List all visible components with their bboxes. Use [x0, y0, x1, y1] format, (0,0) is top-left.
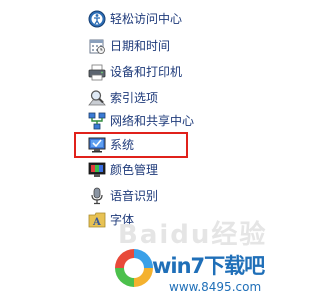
- network-icon: [88, 112, 106, 130]
- item-label: 日期和时间: [110, 39, 171, 53]
- svg-text:A: A: [92, 217, 101, 228]
- highlight-box: [74, 132, 188, 158]
- item-label: 设备和打印机: [110, 65, 183, 79]
- win7-logo: win7下载吧 www.8495.com: [114, 244, 273, 304]
- item-label: 语音识别: [110, 189, 159, 203]
- fonts-icon: A: [88, 212, 106, 228]
- item-label: 颜色管理: [110, 163, 159, 177]
- item-ease-of-access[interactable]: 轻松访问中心: [88, 8, 182, 30]
- item-devices-printers[interactable]: 设备和打印机: [88, 61, 182, 83]
- logo-url-text: www.8495.com: [169, 280, 262, 294]
- date-time-icon: [89, 39, 105, 54]
- item-date-time[interactable]: 日期和时间: [88, 35, 170, 57]
- item-label: 轻松访问中心: [110, 12, 183, 26]
- item-speech-recognition[interactable]: 语音识别: [88, 185, 158, 207]
- item-label: 索引选项: [110, 91, 159, 105]
- item-indexing-options[interactable]: 索引选项: [88, 87, 158, 109]
- ease-of-access-icon: [88, 10, 106, 28]
- color-management-icon: [88, 162, 106, 177]
- indexing-icon: [88, 90, 106, 106]
- speech-recognition-icon: [91, 187, 103, 205]
- logo-arrows-icon: [115, 249, 153, 287]
- logo-brand-text: win7下载吧: [152, 254, 265, 278]
- item-label: 网络和共享中心: [110, 114, 195, 128]
- item-color-management[interactable]: 颜色管理: [88, 159, 158, 181]
- printer-icon: [88, 64, 106, 81]
- item-network-sharing[interactable]: 网络和共享中心: [88, 110, 194, 132]
